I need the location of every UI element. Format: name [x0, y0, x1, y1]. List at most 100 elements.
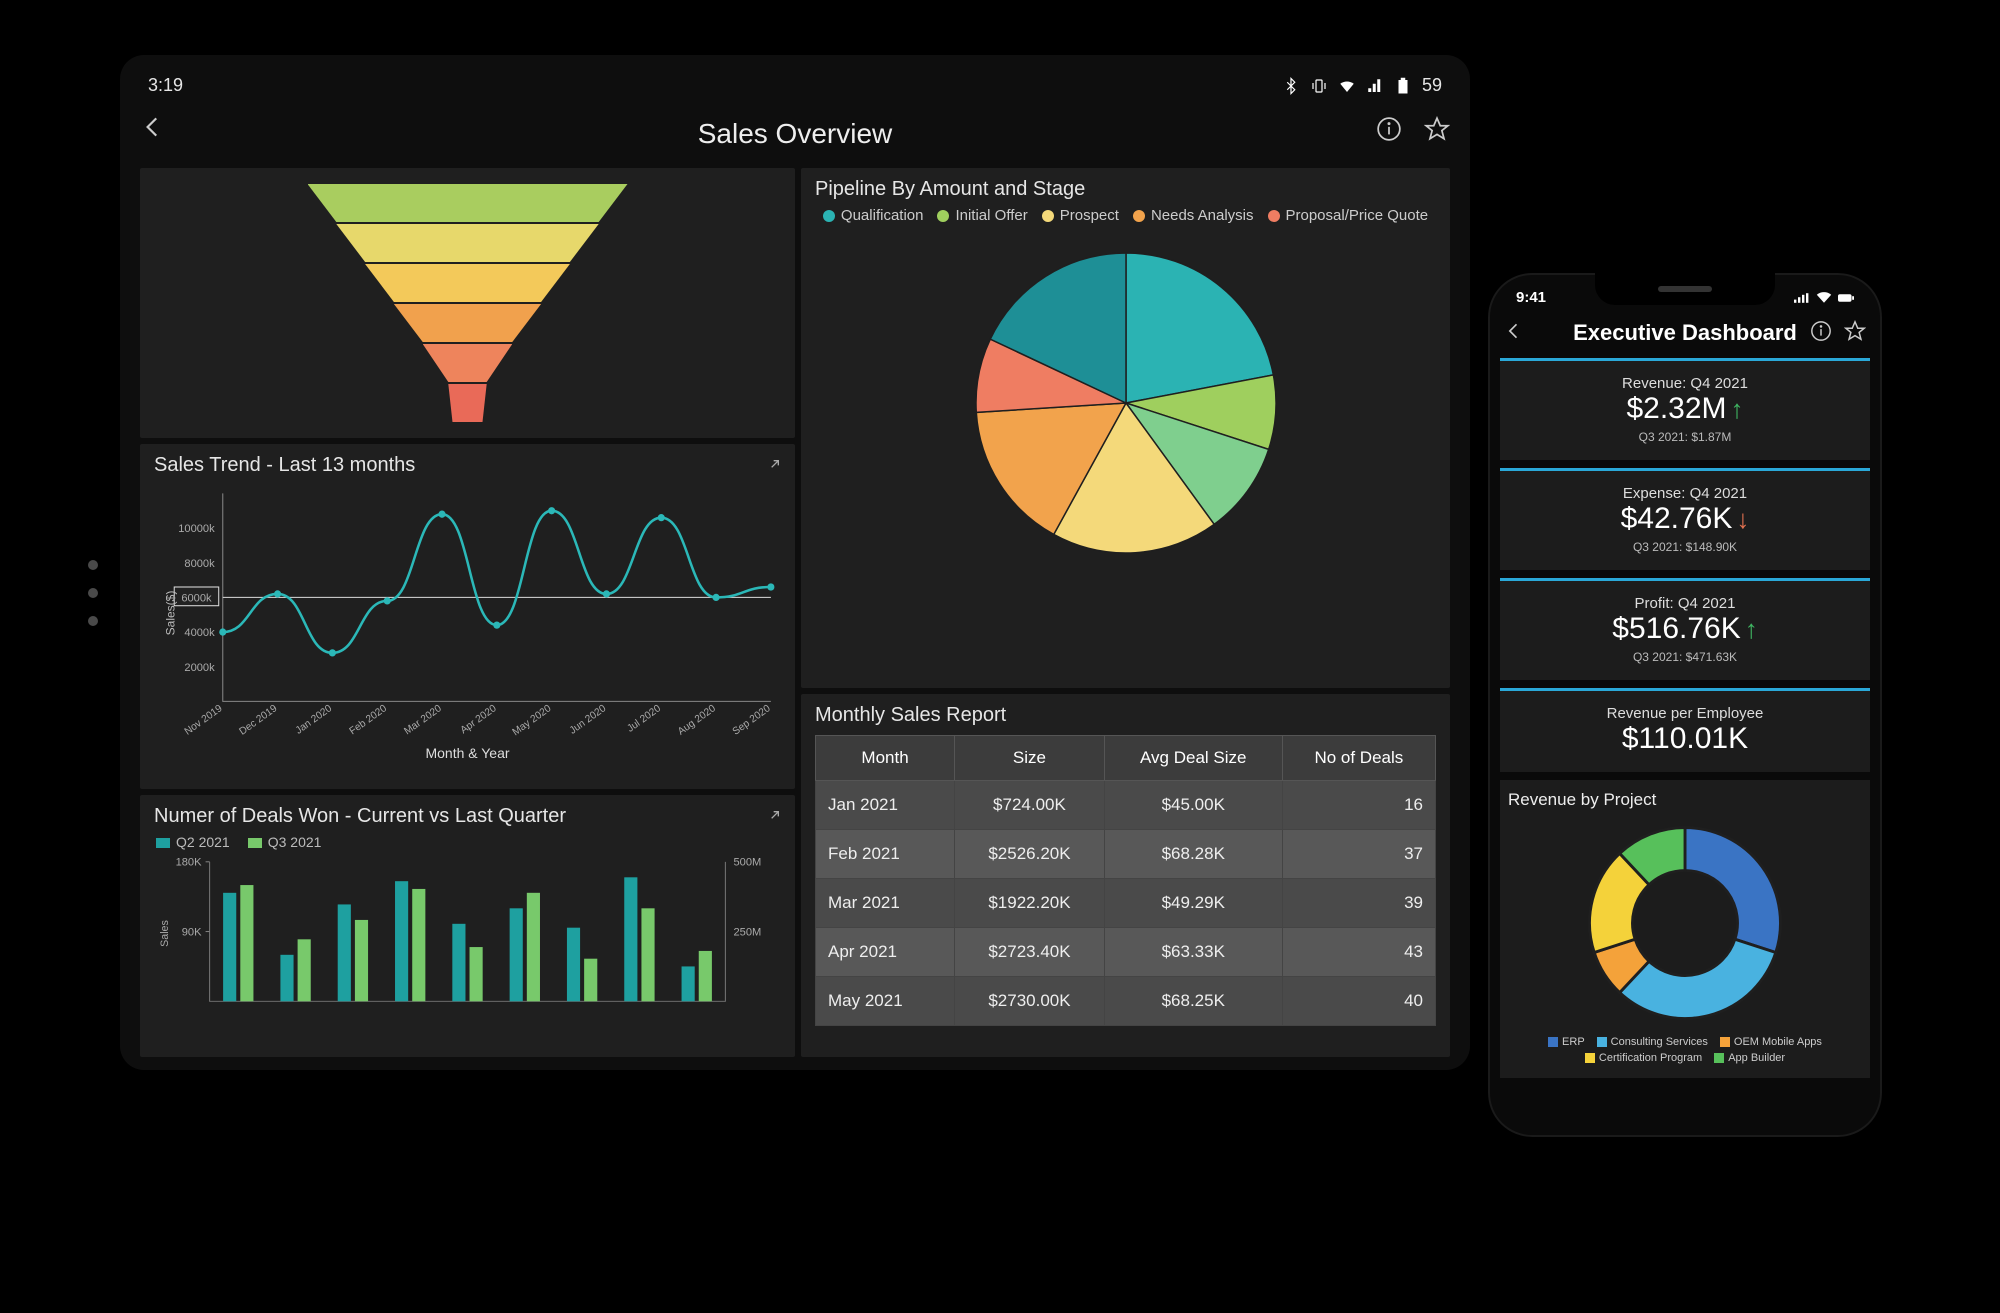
deals-panel[interactable]: Numer of Deals Won - Current vs Last Qua… [140, 795, 795, 1057]
legend-item: OEM Mobile Apps [1720, 1036, 1822, 1048]
table-row[interactable]: Mar 2021$1922.20K$49.29K39 [816, 879, 1436, 928]
svg-text:Feb 2020: Feb 2020 [348, 703, 389, 737]
table-row[interactable]: May 2021$2730.00K$68.25K40 [816, 977, 1436, 1026]
svg-text:90K: 90K [182, 927, 203, 939]
column-header[interactable]: No of Deals [1282, 736, 1435, 781]
star-icon [1844, 320, 1866, 342]
svg-text:Sep 2020: Sep 2020 [731, 703, 773, 738]
table-row[interactable]: Apr 2021$2723.40K$63.33K43 [816, 928, 1436, 977]
svg-text:Apr 2020: Apr 2020 [459, 703, 499, 737]
monthly-sales-table: MonthSizeAvg Deal SizeNo of Deals Jan 20… [815, 735, 1436, 1026]
status-time: 3:19 [148, 75, 183, 96]
table-cell: 40 [1282, 977, 1435, 1026]
kpi-value: $2.32M↑ [1510, 392, 1860, 426]
info-button[interactable] [1376, 116, 1402, 147]
funnel-segment [336, 224, 598, 262]
pipeline-legend: QualificationInitial OfferProspectNeeds … [815, 207, 1436, 224]
chevron-left-icon [1504, 321, 1524, 341]
kpi-label: Revenue per Employee [1510, 705, 1860, 722]
monthly-sales-panel[interactable]: Monthly Sales Report MonthSizeAvg Deal S… [801, 694, 1450, 1057]
legend-item: Prospect [1042, 207, 1119, 224]
column-header[interactable]: Avg Deal Size [1104, 736, 1282, 781]
info-icon [1376, 116, 1402, 142]
table-cell: $68.25K [1104, 977, 1282, 1026]
table-cell: Feb 2021 [816, 830, 955, 879]
phone-device: 9:41 Executive Dashboard Revenue: Q4 202… [1480, 265, 1890, 1145]
svg-text:Dec 2019: Dec 2019 [238, 703, 280, 738]
legend-item: Certification Program [1585, 1052, 1702, 1064]
sales-trend-panel[interactable]: Sales Trend - Last 13 months Sales($) 20… [140, 444, 795, 789]
kpi-card[interactable]: Expense: Q4 2021 $42.76K↓ Q3 2021: $148.… [1500, 468, 1870, 570]
wifi-icon [1338, 77, 1356, 95]
legend-item: ERP [1548, 1036, 1585, 1048]
tablet-device: 3:19 59 Sales Overview [120, 55, 1470, 1070]
status-bar: 3:19 59 [140, 69, 1450, 110]
table-cell: Mar 2021 [816, 879, 955, 928]
favorite-button[interactable] [1424, 116, 1450, 147]
svg-text:Aug 2020: Aug 2020 [676, 703, 718, 738]
signal-icon [1794, 292, 1810, 304]
table-cell: $49.29K [1104, 879, 1282, 928]
deals-bar-chart: 180K90K500M250MSales [154, 856, 781, 1011]
svg-text:2000k: 2000k [184, 662, 215, 674]
funnel-segment [365, 264, 570, 302]
svg-text:Jul 2020: Jul 2020 [625, 703, 663, 735]
phone-back-button[interactable] [1504, 321, 1524, 346]
svg-text:6000k: 6000k [181, 592, 212, 604]
table-cell: 16 [1282, 781, 1435, 830]
legend-item: App Builder [1714, 1052, 1785, 1064]
svg-text:500M: 500M [733, 857, 761, 869]
vibrate-icon [1310, 77, 1328, 95]
funnel-panel[interactable] [140, 168, 795, 438]
kpi-label: Expense: Q4 2021 [1510, 485, 1860, 502]
kpi-card[interactable]: Revenue: Q4 2021 $2.32M↑ Q3 2021: $1.87M [1500, 358, 1870, 460]
donut-legend: ERP Consulting Services OEM Mobile Apps Cer… [1508, 1036, 1862, 1070]
table-cell: 39 [1282, 879, 1435, 928]
pipeline-panel[interactable]: Pipeline By Amount and Stage Qualificati… [801, 168, 1450, 688]
page-title: Sales Overview [698, 118, 893, 150]
wifi-icon [1816, 292, 1832, 304]
y-axis-label: Sales($) [163, 591, 177, 636]
column-header[interactable]: Size [955, 736, 1105, 781]
table-cell: 43 [1282, 928, 1435, 977]
phone-page-title: Executive Dashboard [1573, 320, 1797, 346]
status-right: 59 [1282, 75, 1442, 96]
table-row[interactable]: Feb 2021$2526.20K$68.28K37 [816, 830, 1436, 879]
star-icon [1424, 116, 1450, 142]
funnel-chart [308, 184, 628, 422]
panel-title: Monthly Sales Report [815, 704, 1436, 727]
column-header[interactable]: Month [816, 736, 955, 781]
table-cell: $2723.40K [955, 928, 1105, 977]
info-icon [1810, 320, 1832, 342]
legend-item: Consulting Services [1597, 1036, 1708, 1048]
phone-info-button[interactable] [1810, 320, 1832, 347]
kpi-card[interactable]: Profit: Q4 2021 $516.76K↑ Q3 2021: $471.… [1500, 578, 1870, 680]
svg-text:8000k: 8000k [184, 558, 215, 570]
svg-text:May 2020: May 2020 [511, 703, 554, 738]
panel-title: Sales Trend - Last 13 months [154, 454, 781, 477]
table-cell: $63.33K [1104, 928, 1282, 977]
expand-button[interactable] [767, 456, 783, 477]
back-button[interactable] [140, 114, 166, 145]
legend-item: Needs Analysis [1133, 207, 1254, 224]
panel-title: Revenue by Project [1508, 790, 1862, 810]
panel-title: Numer of Deals Won - Current vs Last Qua… [154, 805, 781, 828]
revenue-by-project-panel[interactable]: Revenue by Project ERP Consulting Service… [1500, 780, 1870, 1078]
svg-text:180K: 180K [176, 857, 203, 869]
phone-favorite-button[interactable] [1844, 320, 1866, 347]
expand-button[interactable] [767, 807, 783, 828]
table-row[interactable]: Jan 2021$724.00K$45.00K16 [816, 781, 1436, 830]
svg-text:250M: 250M [733, 927, 761, 939]
table-cell: $2730.00K [955, 977, 1105, 1026]
table-cell: $45.00K [1104, 781, 1282, 830]
legend-item: Qualification [823, 207, 924, 224]
kpi-value: $516.76K↑ [1510, 612, 1860, 646]
svg-text:Jun 2020: Jun 2020 [568, 703, 609, 737]
funnel-segment [423, 344, 513, 382]
table-cell: $724.00K [955, 781, 1105, 830]
kpi-value: $110.01K [1510, 722, 1860, 756]
svg-text:10000k: 10000k [178, 523, 215, 535]
kpi-card[interactable]: Revenue per Employee $110.01K [1500, 688, 1870, 772]
signal-icon [1366, 77, 1384, 95]
table-cell: Jan 2021 [816, 781, 955, 830]
